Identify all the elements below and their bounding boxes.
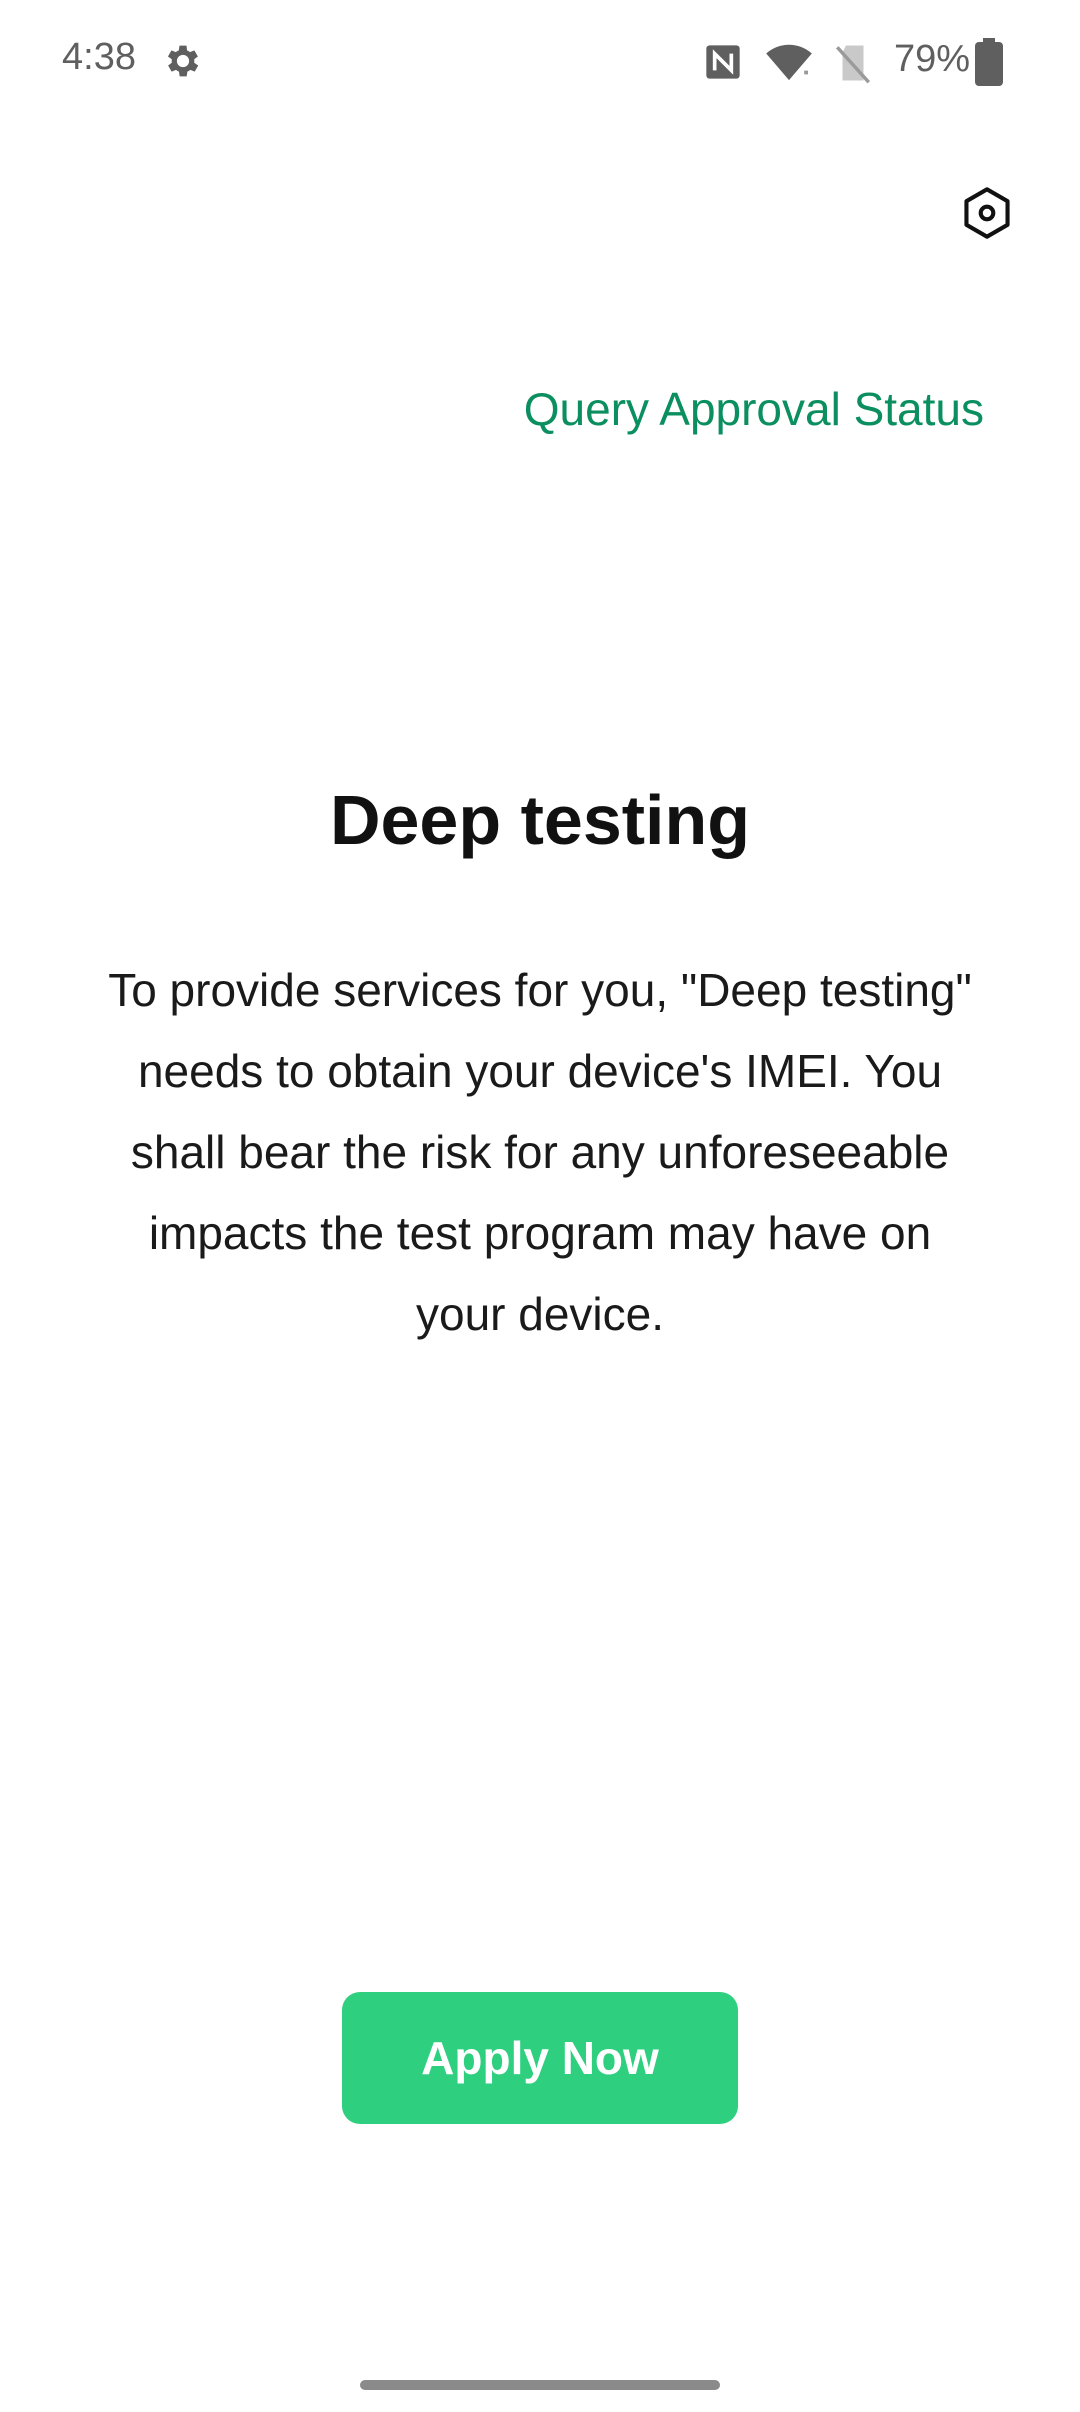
description-text: To provide services for you, "Deep testi… <box>108 964 972 1340</box>
query-approval-status-link[interactable]: Query Approval Status <box>524 382 984 436</box>
deep-testing-screen: 4:38 79% Query Approval Status Deep test… <box>0 0 1080 2412</box>
battery-percent: 79% <box>894 38 971 80</box>
no-sim-icon <box>835 45 871 84</box>
status-time: 4:38 <box>62 36 136 78</box>
settings-hexagon-icon[interactable] <box>958 184 1016 242</box>
apply-now-button[interactable]: Apply Now <box>342 1992 738 2124</box>
battery-icon <box>975 38 1003 86</box>
wifi-icon <box>766 44 812 81</box>
home-indicator[interactable] <box>360 2380 720 2390</box>
page-title: Deep testing <box>329 781 751 859</box>
nfc-icon <box>706 45 740 79</box>
gear-icon <box>167 45 199 77</box>
status-bar: 4:38 79% <box>0 0 1080 126</box>
